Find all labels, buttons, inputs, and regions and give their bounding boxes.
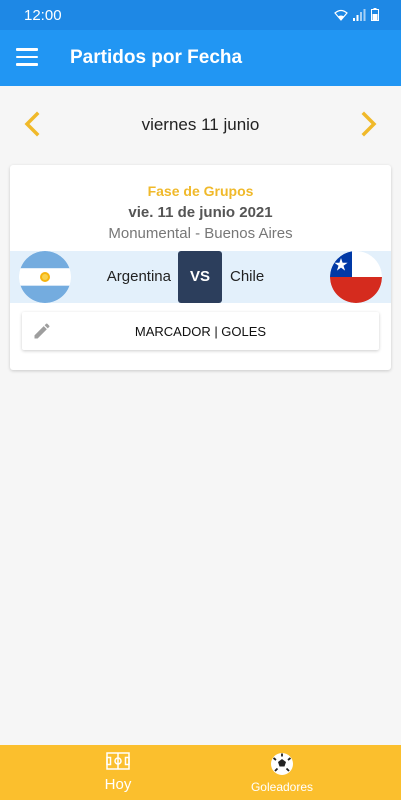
nav-item-goleadores[interactable]: Goleadores bbox=[182, 745, 382, 800]
current-date-label: viernes 11 junio bbox=[141, 115, 260, 134]
away-team-name: Chile bbox=[230, 268, 265, 285]
chevron-right-icon[interactable] bbox=[357, 110, 381, 138]
soccer-ball-icon bbox=[271, 753, 293, 775]
match-date: vie. 11 de junio 2021 bbox=[128, 204, 273, 221]
match-venue: Monumental - Buenos Aires bbox=[108, 225, 293, 242]
bottom-navigation: Hoy Goleadores bbox=[0, 745, 401, 800]
score-goals-button[interactable]: MARCADOR | GOLES bbox=[22, 312, 379, 350]
home-team-name: Argentina bbox=[106, 268, 171, 285]
battery-icon bbox=[371, 8, 379, 21]
match-card[interactable]: Fase de Grupos vie. 11 de junio 2021 Mon… bbox=[10, 165, 391, 370]
match-phase: Fase de Grupos bbox=[147, 183, 254, 199]
vs-badge: VS bbox=[178, 251, 222, 303]
date-navigator: viernes 11 junio bbox=[0, 96, 401, 152]
nav-label-goleadores: Goleadores bbox=[250, 780, 314, 794]
app-bar: Partidos por Fecha bbox=[0, 30, 401, 86]
status-bar: 12:00 bbox=[0, 0, 401, 30]
wifi-icon bbox=[334, 9, 348, 21]
signal-icon bbox=[353, 8, 366, 21]
score-goals-label: MARCADOR | GOLES bbox=[134, 324, 267, 339]
chile-flag-icon bbox=[330, 251, 382, 303]
field-icon bbox=[106, 752, 130, 770]
menu-icon[interactable] bbox=[16, 48, 38, 66]
status-time: 12:00 bbox=[24, 7, 62, 24]
page-title: Partidos por Fecha bbox=[70, 47, 243, 68]
teams-row: Argentina VS Chile bbox=[10, 251, 391, 303]
status-icons bbox=[334, 8, 379, 21]
argentina-flag-icon bbox=[19, 251, 71, 303]
